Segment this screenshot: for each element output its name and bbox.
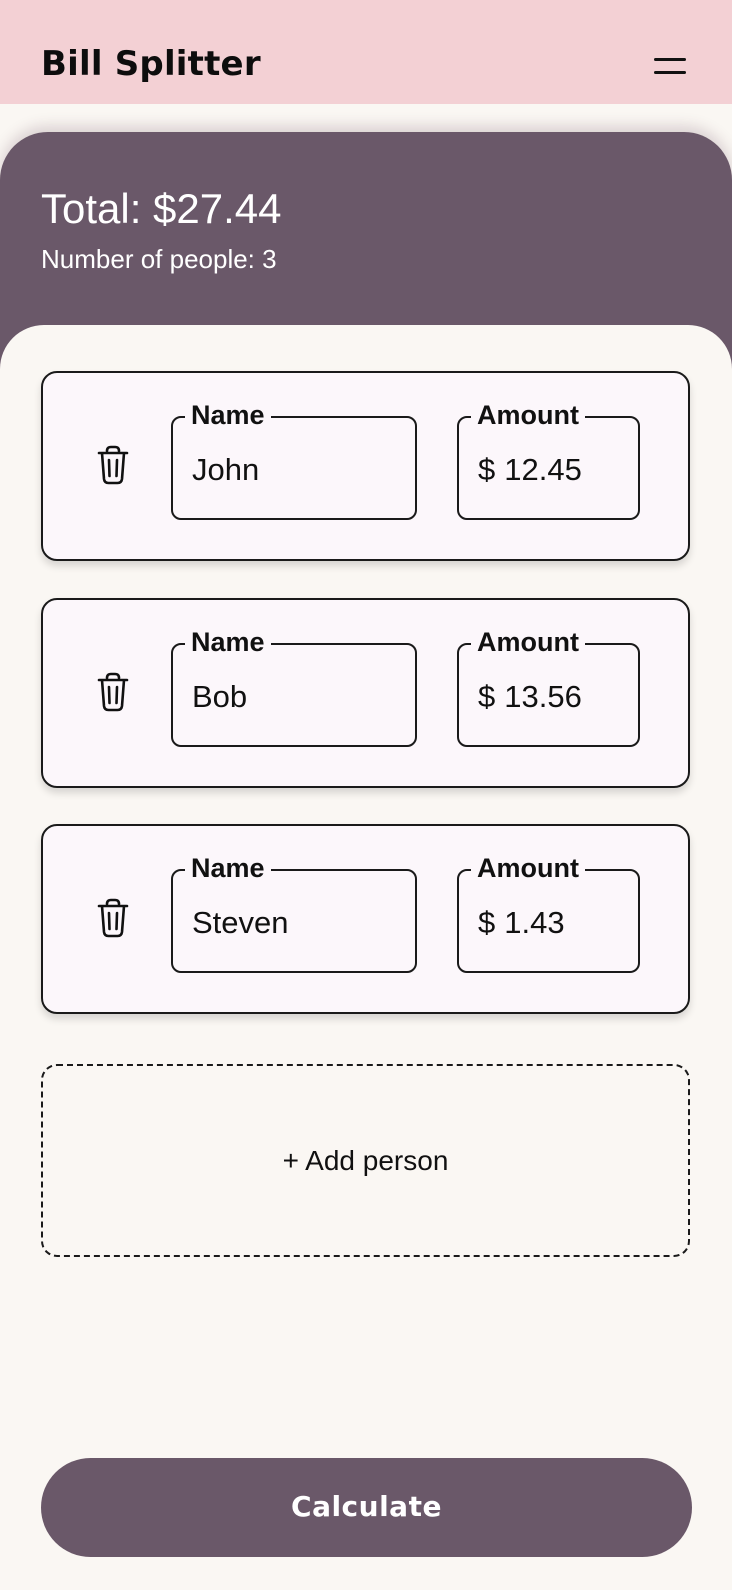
delete-person-button[interactable]	[89, 441, 137, 489]
bill-total: Total: $27.44	[41, 185, 282, 232]
name-field-label: Name	[185, 852, 271, 884]
add-person-label: + Add person	[282, 1145, 449, 1176]
app-title: Bill Splitter	[41, 44, 261, 84]
amount-field-label: Amount	[471, 399, 585, 431]
currency-symbol: $	[478, 679, 496, 714]
people-count: Number of people: 3	[41, 244, 277, 274]
name-field-value[interactable]: Steven	[192, 905, 289, 941]
delete-person-button[interactable]	[89, 668, 137, 716]
name-field[interactable]: Name Bob	[171, 626, 417, 747]
name-field-value[interactable]: Bob	[192, 679, 247, 715]
hamburger-menu-icon	[654, 58, 686, 61]
person-card: Name Steven Amount $1.43	[41, 824, 690, 1014]
trash-icon	[97, 898, 129, 938]
delete-person-button[interactable]	[89, 894, 137, 942]
amount-field-value[interactable]: $13.56	[478, 679, 582, 715]
amount-field[interactable]: Amount $13.56	[457, 626, 640, 747]
trash-icon	[97, 672, 129, 712]
name-field[interactable]: Name Steven	[171, 852, 417, 973]
amount-field-value[interactable]: $12.45	[478, 452, 582, 488]
amount-field-label: Amount	[471, 626, 585, 658]
hamburger-menu-icon-line	[654, 71, 686, 74]
trash-icon	[97, 445, 129, 485]
currency-symbol: $	[478, 905, 496, 940]
name-field-value[interactable]: John	[192, 452, 259, 488]
amount-field[interactable]: Amount $1.43	[457, 852, 640, 973]
amount-field[interactable]: Amount $12.45	[457, 399, 640, 520]
name-field-label: Name	[185, 399, 271, 431]
menu-button[interactable]	[640, 44, 688, 88]
calculate-label: Calculate	[291, 1490, 442, 1523]
add-person-button[interactable]: + Add person	[41, 1064, 690, 1257]
currency-symbol: $	[478, 452, 496, 487]
calculate-button[interactable]: Calculate	[41, 1458, 692, 1557]
app-bar: Bill Splitter	[0, 0, 732, 104]
amount-field-label: Amount	[471, 852, 585, 884]
person-card: Name John Amount $12.45	[41, 371, 690, 561]
person-card: Name Bob Amount $13.56	[41, 598, 690, 788]
amount-value[interactable]: 13.56	[504, 679, 582, 714]
amount-field-value[interactable]: $1.43	[478, 905, 565, 941]
amount-value[interactable]: 12.45	[504, 452, 582, 487]
name-field-label: Name	[185, 626, 271, 658]
amount-value[interactable]: 1.43	[504, 905, 564, 940]
name-field[interactable]: Name John	[171, 399, 417, 520]
